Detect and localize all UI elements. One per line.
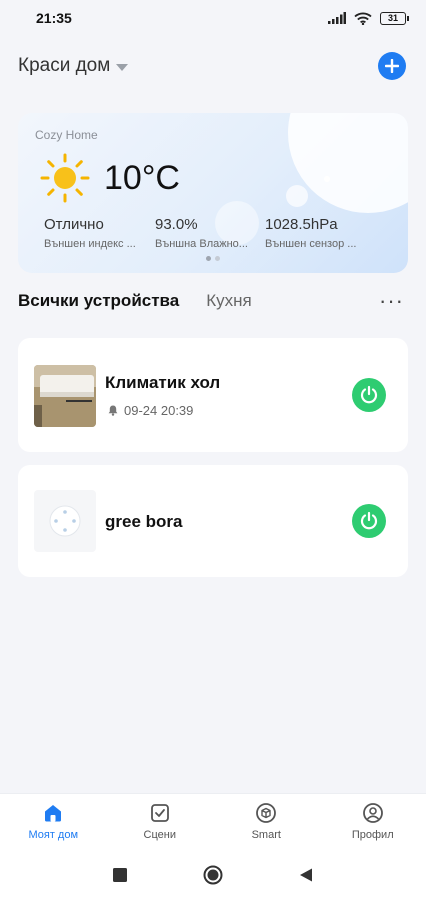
power-icon <box>360 385 378 404</box>
nav-smart[interactable]: Smart <box>226 802 306 841</box>
add-button[interactable] <box>378 52 406 80</box>
device-timestamp: 09-24 20:39 <box>124 403 194 418</box>
bottom-nav: Моят дом Сцени Smart Профил <box>0 793 426 849</box>
weather-stat-pressure: 1028.5hPa Външен сензор ... <box>265 216 356 250</box>
plus-icon <box>385 59 399 73</box>
tab-all-devices[interactable]: Всички устройства <box>18 291 179 311</box>
home-selector[interactable]: Краси дом <box>18 55 129 77</box>
stat-label: Външен сензор ... <box>265 238 357 250</box>
cube-icon <box>256 803 277 823</box>
device-card-gree-bora[interactable]: gree bora <box>18 465 408 577</box>
back-triangle-icon[interactable] <box>299 868 313 882</box>
header: Краси дом <box>18 52 406 80</box>
stat-value: 93.0% <box>155 216 198 233</box>
system-nav-bar <box>0 849 426 900</box>
battery-icon: 31 <box>380 11 409 25</box>
decor-bubble <box>286 185 308 207</box>
stat-label: Външен индекс ... <box>44 238 136 250</box>
smart-device-image <box>34 490 96 552</box>
recents-square-icon[interactable] <box>113 867 127 882</box>
sun-icon <box>40 153 90 203</box>
nav-profile[interactable]: Профил <box>333 802 413 841</box>
temperature: 10°C <box>104 159 180 197</box>
nav-label: Профил <box>351 829 394 841</box>
air-conditioner-image <box>34 365 96 427</box>
status-icons: 31 <box>328 11 409 25</box>
home-icon <box>45 805 62 822</box>
home-circle-icon[interactable] <box>203 865 223 885</box>
weather-location: Cozy Home <box>35 128 98 142</box>
decor-bubble <box>324 176 330 182</box>
tab-kitchen[interactable]: Кухня <box>206 291 252 311</box>
nav-label: Smart <box>251 829 281 841</box>
power-icon <box>360 511 378 530</box>
carousel-dot <box>206 256 211 261</box>
caret-down-icon <box>116 64 129 71</box>
status-time: 21:35 <box>36 10 72 26</box>
more-options-icon[interactable]: ··· <box>379 290 404 312</box>
device-alert: 09-24 20:39 <box>108 403 193 418</box>
profile-icon <box>362 803 383 823</box>
status-bar: 21:35 31 <box>0 0 426 36</box>
power-button[interactable] <box>352 378 386 412</box>
device-thumbnail <box>34 365 96 427</box>
carousel-dots <box>206 256 220 261</box>
stat-value: Отлично <box>44 216 104 233</box>
weather-card[interactable]: Cozy Home 10°C Отлично Външен индекс ...… <box>18 113 408 273</box>
nav-my-home[interactable]: Моят дом <box>13 802 93 841</box>
weather-stat-humidity: 93.0% Външна Влажно... <box>155 216 248 250</box>
carousel-dot <box>215 256 220 261</box>
home-name: Краси дом <box>18 55 111 76</box>
power-button[interactable] <box>352 504 386 538</box>
device-thumbnail <box>34 490 96 552</box>
stat-label: Външна Влажно... <box>155 238 248 250</box>
device-name: Климатик хол <box>105 373 221 392</box>
stat-value: 1028.5hPa <box>265 216 338 233</box>
bell-icon <box>108 405 118 416</box>
wifi-icon <box>354 12 372 25</box>
nav-label: Моят дом <box>28 829 79 841</box>
room-tabs: Всички устройства Кухня ··· <box>18 288 404 314</box>
device-name: gree bora <box>105 512 183 531</box>
checkbox-icon <box>150 804 169 822</box>
weather-stat-index: Отлично Външен индекс ... <box>44 216 136 250</box>
nav-label: Сцени <box>143 829 176 841</box>
nav-scenes[interactable]: Сцени <box>120 802 200 841</box>
device-card-klimatik[interactable]: Климатик хол 09-24 20:39 <box>18 338 408 452</box>
signal-icon <box>328 12 346 24</box>
